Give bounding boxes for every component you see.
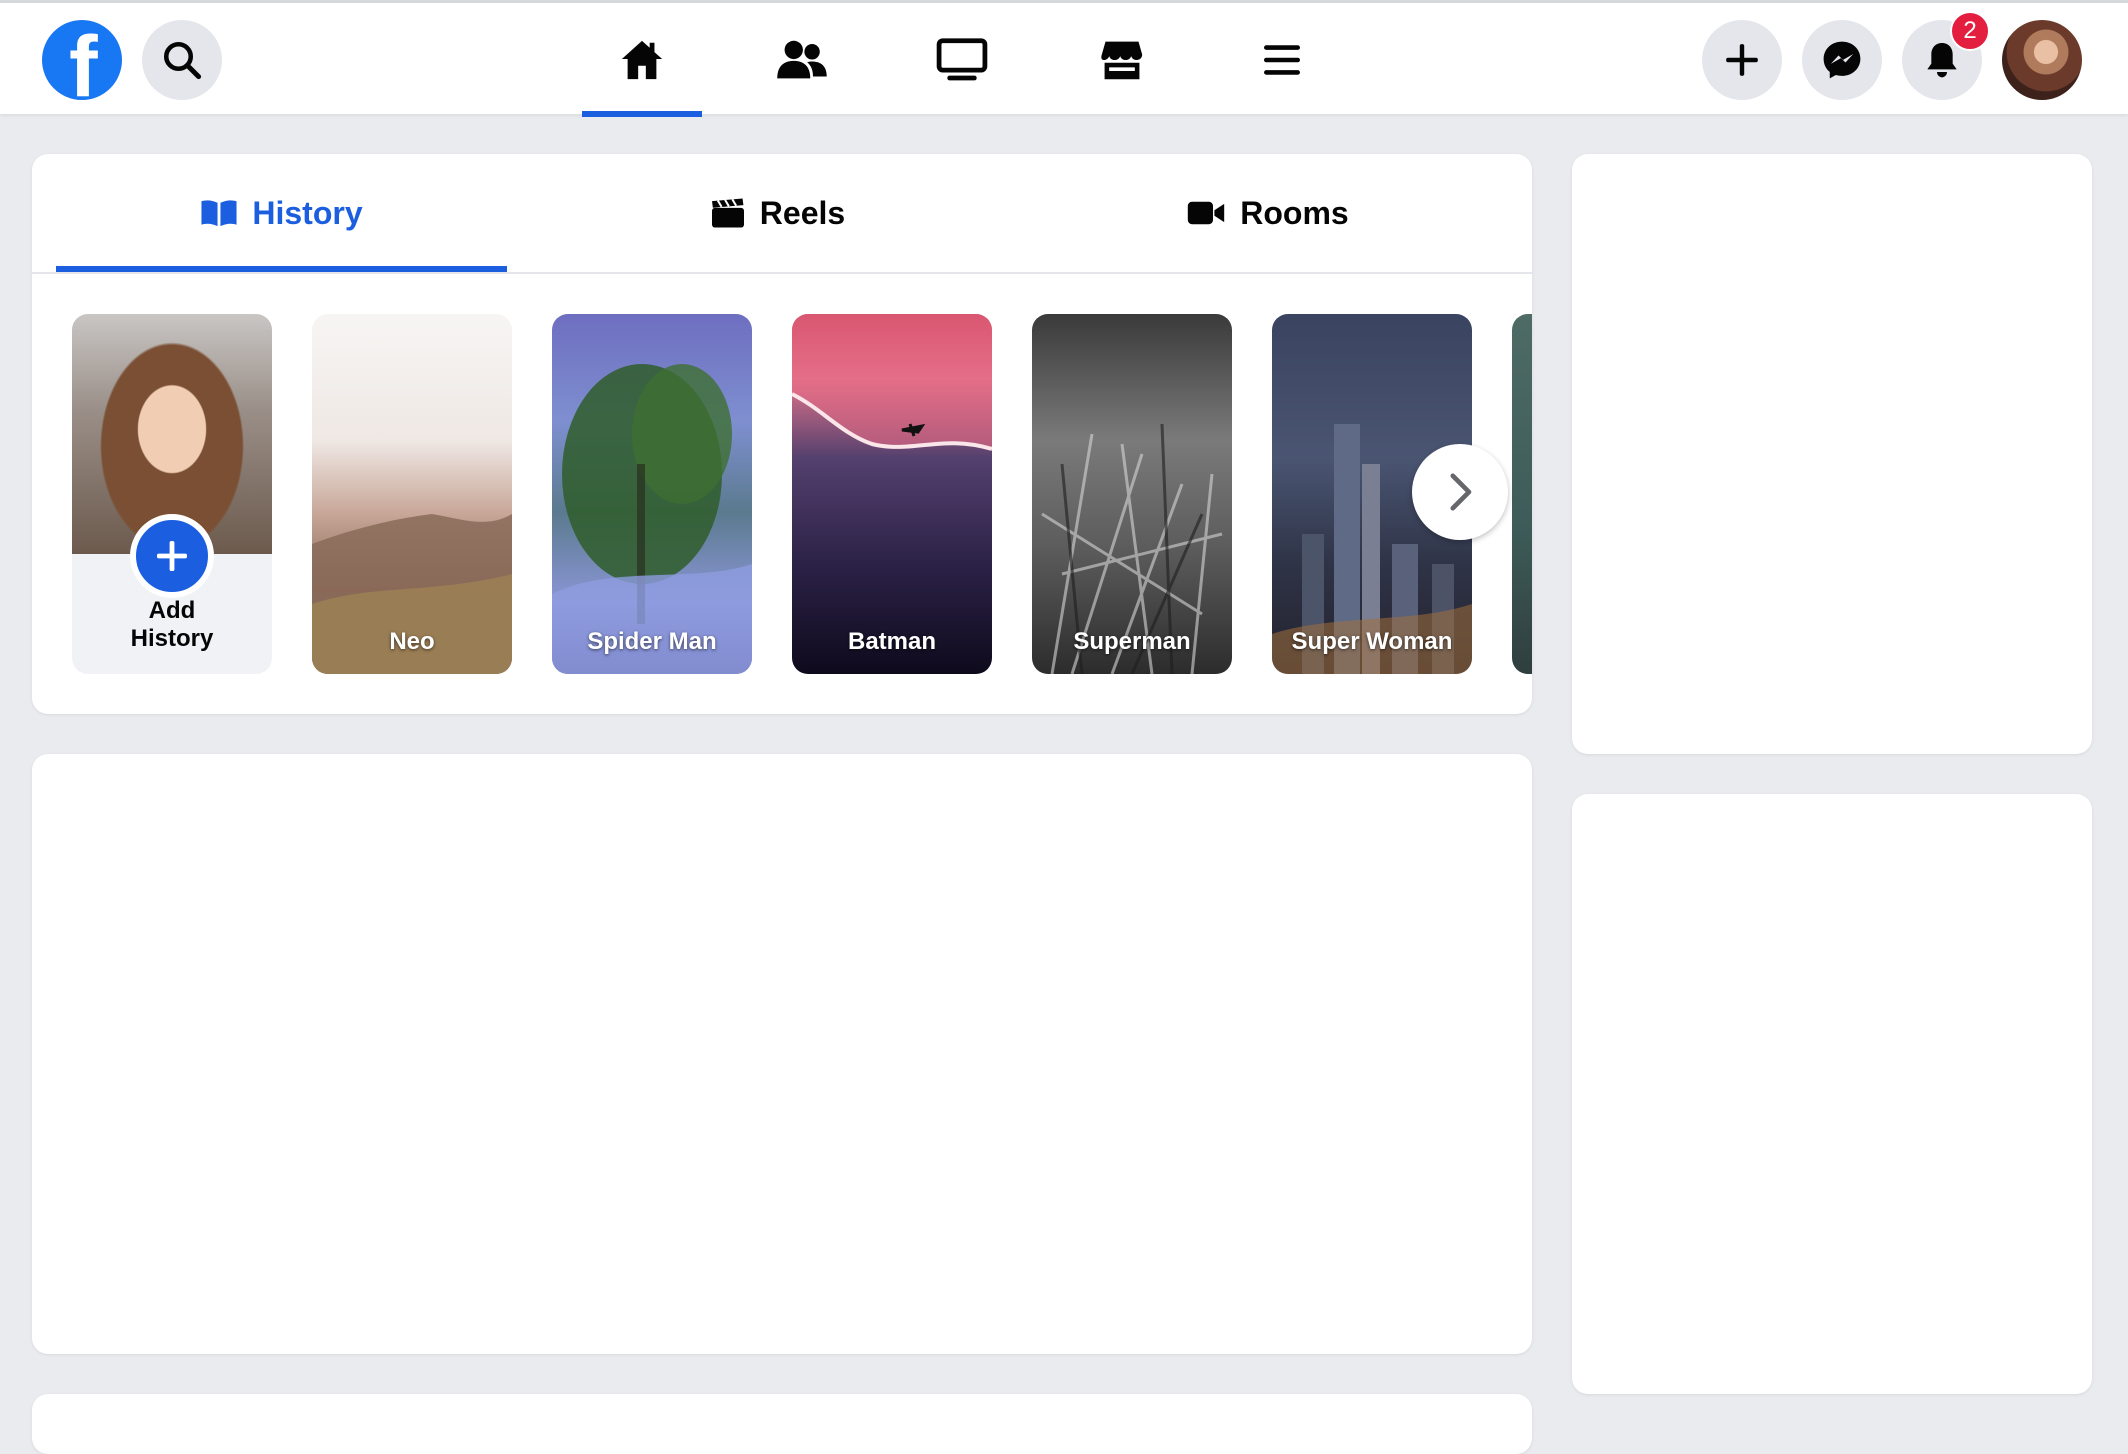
story-label: Neo <box>389 628 435 655</box>
top-navigation-bar: f 2 <box>0 0 2128 117</box>
story-thumbnail <box>312 514 512 674</box>
add-story-button[interactable] <box>130 514 214 598</box>
menu-icon <box>1264 45 1300 75</box>
story-label: Spider Man <box>587 628 717 655</box>
friends-icon <box>777 40 827 79</box>
nav-menu[interactable] <box>1242 25 1322 95</box>
home-icon <box>621 40 663 80</box>
clapperboard-icon <box>711 198 744 228</box>
watch-icon <box>936 38 988 81</box>
marketplace-icon <box>1101 41 1143 80</box>
messenger-button[interactable] <box>1802 20 1882 100</box>
feed-post-placeholder <box>32 754 1532 1354</box>
add-story-label-line2: History <box>130 625 214 652</box>
plus-icon <box>1726 44 1758 76</box>
sidebar-card-top <box>1572 154 2092 754</box>
nav-home[interactable] <box>602 25 682 95</box>
messenger-icon <box>1823 41 1861 79</box>
tab-reels-label: Reels <box>759 194 846 231</box>
search-icon <box>163 41 202 80</box>
story-card[interactable]: Spider Man <box>552 314 752 674</box>
facebook-logo-letter: f <box>69 20 98 100</box>
account-avatar[interactable] <box>2002 20 2082 100</box>
tab-history[interactable]: History <box>56 154 507 272</box>
story-thumbnail <box>792 314 992 451</box>
tab-reels[interactable]: Reels <box>552 154 1003 272</box>
story-label: Batman <box>847 628 937 655</box>
search-button[interactable] <box>142 20 222 100</box>
video-camera-icon <box>1188 201 1225 225</box>
add-story-label-line1: Add <box>148 597 196 624</box>
feed-post-placeholder-2 <box>32 1394 1532 1454</box>
nav-friends[interactable] <box>762 25 842 95</box>
story-thumbnail <box>552 364 752 674</box>
tab-history-label: History <box>252 194 363 231</box>
notification-badge: 2 <box>1950 11 1990 51</box>
story-card[interactable]: Batman <box>792 314 992 674</box>
add-story-card[interactable]: Add History <box>72 314 272 674</box>
story-label: Super Woman <box>1291 628 1453 655</box>
create-button[interactable] <box>1702 20 1782 100</box>
chevron-right-icon <box>1450 473 1472 511</box>
nav-watch[interactable] <box>922 25 1002 95</box>
stories-row: Add History Neo Spider Man Batman Superm… <box>32 274 1532 714</box>
story-label: Superman <box>1073 628 1191 655</box>
story-card[interactable]: Superman <box>1032 314 1232 674</box>
story-card[interactable]: Neo <box>312 314 512 674</box>
stories-card: History Reels Rooms Add History Neo Spid… <box>32 154 1532 714</box>
facebook-logo[interactable]: f <box>42 20 122 100</box>
nav-marketplace[interactable] <box>1082 25 1162 95</box>
sidebar-card-bottom <box>1572 794 2092 1394</box>
story-thumbnail <box>1041 423 1223 674</box>
story-card[interactable] <box>1512 314 1532 674</box>
nav-active-indicator <box>582 111 702 117</box>
stories-tabs: History Reels Rooms <box>32 154 1532 272</box>
book-icon <box>201 200 237 227</box>
plus-icon <box>157 541 187 571</box>
tab-rooms-label: Rooms <box>1240 194 1349 231</box>
stories-next-button[interactable] <box>1412 444 1508 540</box>
add-story-label: Add History <box>72 597 272 653</box>
tab-rooms[interactable]: Rooms <box>1042 154 1493 272</box>
